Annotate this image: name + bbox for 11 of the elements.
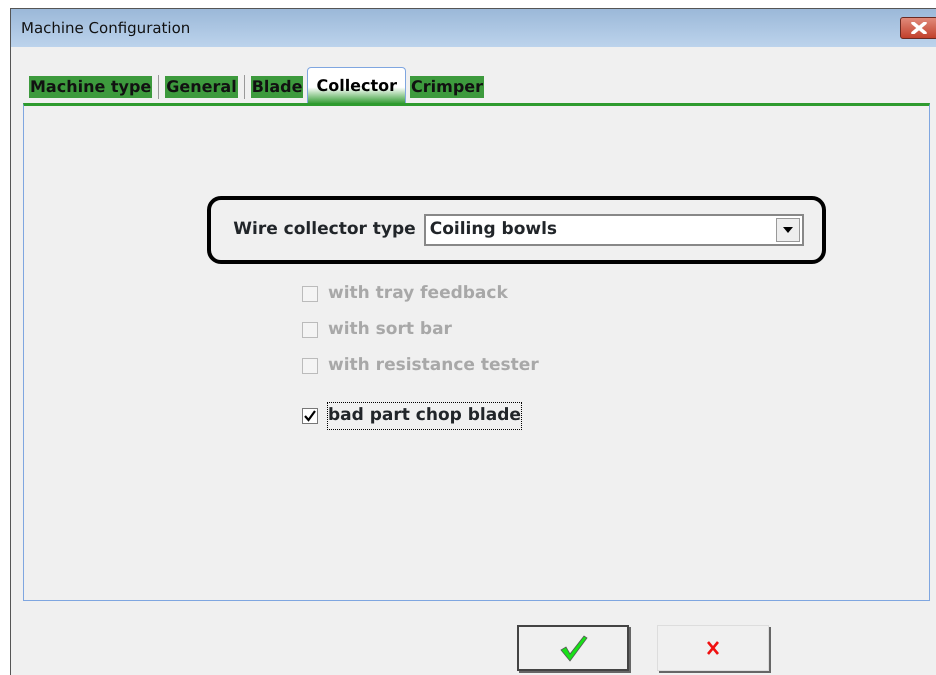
tab[interactable]: Collector [307,67,406,103]
collector-type-dropdown[interactable]: Coiling bowls [424,214,804,246]
checkbox-label[interactable]: bad part chop blade [328,403,521,429]
window-title: Machine Configuration [21,18,190,39]
field-label: Wire collector type [233,218,416,242]
close-button[interactable] [900,17,936,39]
checkbox[interactable] [302,408,318,424]
ok-button[interactable] [517,625,629,671]
checkmark-icon [558,633,588,663]
close-icon [910,22,928,34]
cross-icon [705,640,721,656]
